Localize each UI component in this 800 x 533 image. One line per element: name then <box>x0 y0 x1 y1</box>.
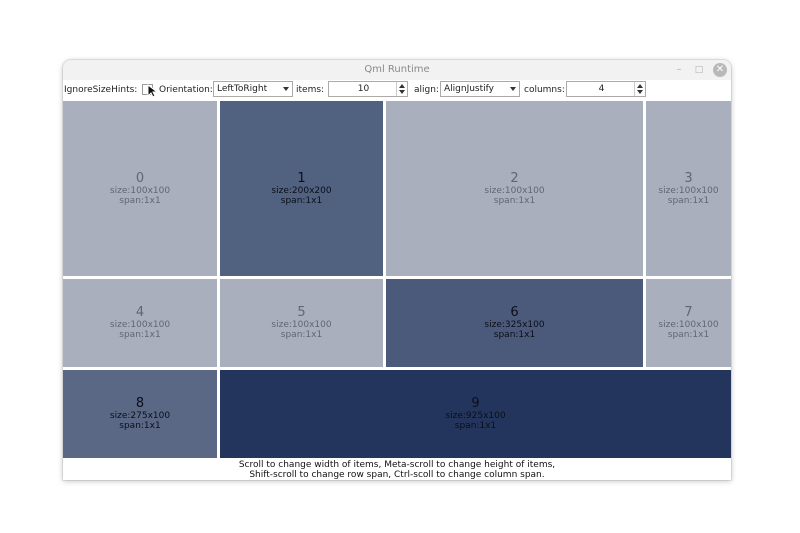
qml-runtime-window: Qml Runtime – □ ✕ IgnoreSizeHints: Orien… <box>63 60 731 480</box>
window-title: Qml Runtime <box>364 64 430 75</box>
grid-item-content: 6 size:325x100 span:1x1 <box>386 305 643 341</box>
grid-item[interactable]: 4 size:100x100 span:1x1 <box>63 279 217 367</box>
spin-down-icon[interactable] <box>637 90 643 94</box>
items-spinbox[interactable]: 10 <box>328 81 408 97</box>
item-span: span:1x1 <box>119 330 161 340</box>
item-span: span:1x1 <box>119 421 161 431</box>
item-span: span:1x1 <box>280 330 323 340</box>
align-label: align: <box>414 85 439 95</box>
item-index: 8 <box>135 396 145 411</box>
grid-item[interactable]: 3 size:100x100 span:1x1 <box>646 101 731 276</box>
align-value: AlignJustify <box>444 84 494 94</box>
item-size: size:100x100 <box>484 185 545 196</box>
help-text-line-2: Shift-scroll to change row span, Ctrl-sc… <box>249 470 545 480</box>
grid-item[interactable]: 0 size:100x100 span:1x1 <box>63 101 217 276</box>
columns-spinbox[interactable]: 4 <box>566 81 646 97</box>
grid-item-content: 0 size:100x100 span:1x1 <box>63 170 217 206</box>
grid-item[interactable]: 1 size:200x200 span:1x1 <box>220 101 383 276</box>
grid-item[interactable]: 9 size:925x100 span:1x1 <box>220 370 731 458</box>
items-value: 10 <box>357 84 370 94</box>
title-bar[interactable]: Qml Runtime – □ ✕ <box>63 60 731 81</box>
item-index: 0 <box>135 170 145 186</box>
help-text: Scroll to change width of items, Meta-sc… <box>63 458 731 480</box>
grid-item-content: 7 size:100x100 span:1x1 <box>646 305 731 341</box>
item-span: span:1x1 <box>493 330 536 340</box>
item-size: size:100x100 <box>109 320 171 330</box>
grid-item-content: 4 size:100x100 span:1x1 <box>63 305 217 341</box>
item-span: span:1x1 <box>667 195 710 206</box>
grid-item-content: 9 size:925x100 span:1x1 <box>220 396 731 432</box>
align-combobox[interactable]: AlignJustify <box>440 81 520 97</box>
spin-up-icon[interactable] <box>399 84 405 88</box>
grid-item[interactable]: 7 size:100x100 span:1x1 <box>646 279 731 367</box>
grid-item[interactable]: 8 size:275x100 span:1x1 <box>63 370 217 458</box>
help-text-line-1: Scroll to change width of items, Meta-sc… <box>238 460 556 470</box>
grid-item-content: 8 size:275x100 span:1x1 <box>63 396 217 432</box>
grid-item-content: 2 size:100x100 span:1x1 <box>386 170 643 206</box>
grid-item[interactable]: 5 size:100x100 span:1x1 <box>220 279 383 367</box>
orientation-combobox[interactable]: LeftToRight <box>213 81 293 97</box>
item-size: size:100x100 <box>271 320 332 330</box>
item-size: size:275x100 <box>109 411 171 421</box>
item-index: 4 <box>135 305 145 320</box>
item-index: 9 <box>471 396 480 411</box>
item-span: span:1x1 <box>280 195 323 206</box>
mouse-cursor-icon <box>147 84 159 98</box>
item-index: 2 <box>510 170 519 186</box>
item-size: size:100x100 <box>109 185 171 196</box>
maximize-icon[interactable]: □ <box>692 63 706 77</box>
columns-value: 4 <box>598 84 605 94</box>
chevron-down-icon <box>510 87 516 91</box>
grid-item-content: 3 size:100x100 span:1x1 <box>646 170 731 206</box>
grid-item[interactable]: 2 size:100x100 span:1x1 <box>386 101 643 276</box>
grid-item-content: 5 size:100x100 span:1x1 <box>220 305 383 341</box>
item-index: 7 <box>684 305 693 320</box>
minimize-icon[interactable]: – <box>672 63 686 77</box>
chevron-down-icon <box>283 87 289 91</box>
item-size: size:325x100 <box>484 320 545 330</box>
items-label: items: <box>296 85 325 95</box>
item-size: size:200x200 <box>271 185 332 196</box>
item-size: size:925x100 <box>445 411 506 421</box>
item-index: 3 <box>684 170 693 186</box>
toolbar: IgnoreSizeHints: Orientation: LeftToRigh… <box>63 80 731 100</box>
item-index: 1 <box>297 170 306 186</box>
orientation-value: LeftToRight <box>217 84 268 94</box>
grid-item-content: 1 size:200x200 span:1x1 <box>220 170 383 206</box>
item-span: span:1x1 <box>454 421 497 431</box>
columns-label: columns: <box>524 85 565 95</box>
spin-up-icon[interactable] <box>637 84 643 88</box>
close-icon[interactable]: ✕ <box>713 63 727 77</box>
item-size: size:100x100 <box>658 185 719 196</box>
item-span: span:1x1 <box>119 195 161 206</box>
item-size: size:100x100 <box>658 320 719 330</box>
orientation-label: Orientation: <box>159 85 213 95</box>
columns-spin-buttons[interactable] <box>634 82 645 96</box>
item-span: span:1x1 <box>493 195 536 206</box>
ignore-size-hints-label: IgnoreSizeHints: <box>64 85 138 95</box>
spin-down-icon[interactable] <box>399 90 405 94</box>
item-span: span:1x1 <box>667 330 710 340</box>
grid-item[interactable]: 6 size:325x100 span:1x1 <box>386 279 643 367</box>
item-index: 5 <box>297 305 306 320</box>
item-index: 6 <box>510 305 519 320</box>
items-spin-buttons[interactable] <box>396 82 407 96</box>
